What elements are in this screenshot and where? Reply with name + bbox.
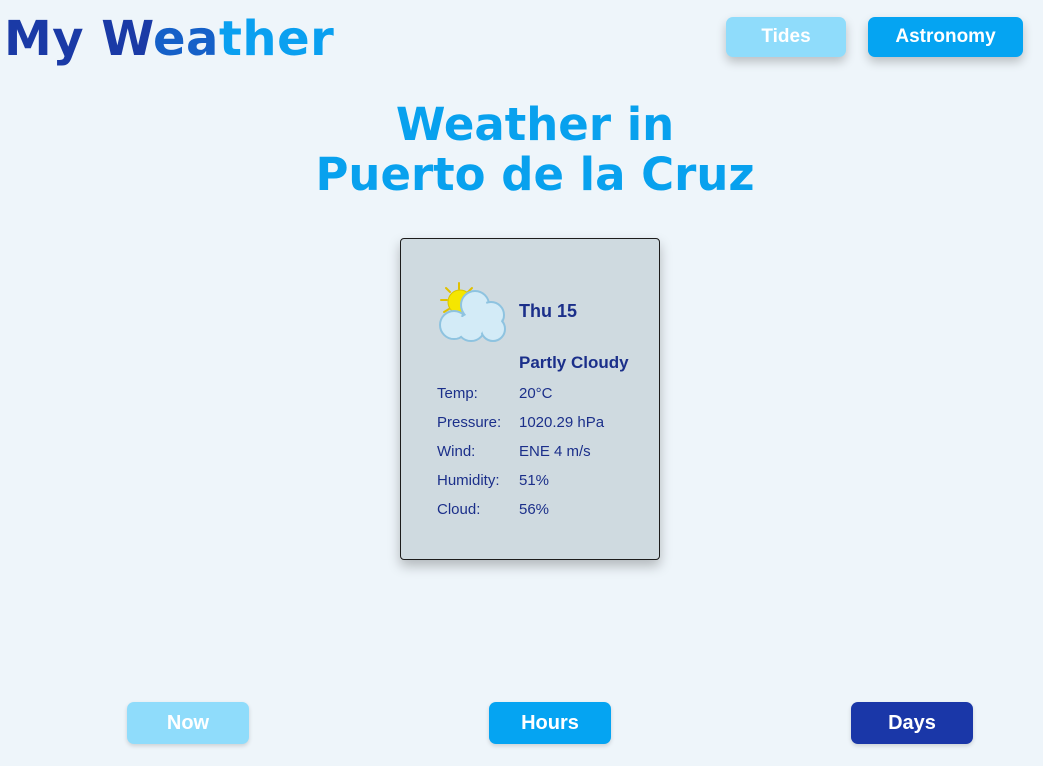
forecast-day: Thu 15 (519, 301, 578, 321)
page-title: Weather in Puerto de la Cruz (0, 100, 1043, 200)
partly-cloudy-icon (439, 282, 506, 342)
app-title: My Weather (4, 10, 334, 68)
temp-label: Temp: (437, 385, 478, 402)
cloud-value: 56% (519, 501, 550, 518)
hours-button[interactable]: Hours (489, 702, 611, 744)
app-title-part2: ea (153, 11, 219, 67)
wind-label: Wind: (437, 443, 476, 460)
app-title-part1: My W (4, 11, 153, 67)
weather-condition: Partly Cloudy (519, 353, 629, 372)
app-title-part3: ther (218, 11, 335, 67)
cloud-label: Cloud: (437, 501, 481, 518)
humidity-value: 51% (519, 472, 550, 489)
wind-value: ENE 4 m/s (519, 443, 591, 460)
page-title-line1: Weather in (395, 98, 675, 151)
astronomy-button[interactable]: Astronomy (868, 17, 1023, 57)
pressure-value: 1020.29 hPa (519, 414, 605, 431)
days-button[interactable]: Days (851, 702, 973, 744)
page-title-line2: Puerto de la Cruz (315, 148, 755, 201)
weather-card: Thu 15 Partly Cloudy Temp: 20°C Pressure… (400, 238, 660, 560)
humidity-label: Humidity: (437, 472, 500, 489)
temp-value: 20°C (519, 385, 553, 402)
now-button[interactable]: Now (127, 702, 249, 744)
pressure-label: Pressure: (437, 414, 502, 431)
tides-button[interactable]: Tides (726, 17, 846, 57)
